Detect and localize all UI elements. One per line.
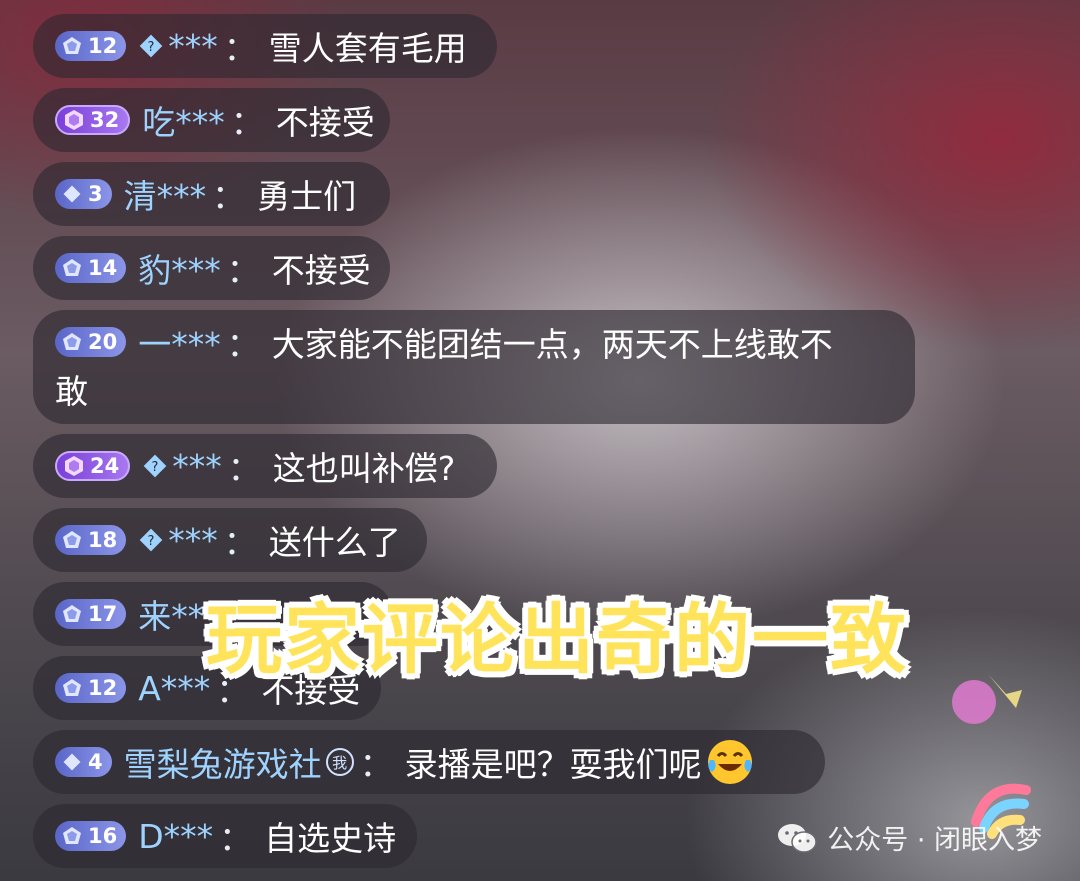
comment-text: 录播是吧？耍我们呢 xyxy=(404,745,702,784)
separator: ： xyxy=(227,449,261,488)
watermark: 公众号 · 闭眼入梦 xyxy=(777,818,1042,857)
gem-icon xyxy=(65,456,83,476)
username[interactable]: 一*** xyxy=(138,318,221,366)
comment-text-continued: 敢 xyxy=(55,372,88,411)
floating-heart-icon xyxy=(952,674,1022,724)
level-number: 24 xyxy=(90,454,120,478)
separator: ： xyxy=(223,523,257,562)
question-diamond-icon: ? xyxy=(139,528,163,552)
username[interactable]: 清*** xyxy=(124,170,207,218)
me-tag: 我 xyxy=(325,748,354,776)
level-number: 3 xyxy=(88,182,103,206)
comment-row: 3 清*** ： 勇士们 xyxy=(33,162,390,226)
comment-text: 勇士们 xyxy=(257,177,357,216)
comment-row: 12 ? *** ： 雪人套有毛用 xyxy=(33,14,497,78)
comment-text: 雪人套有毛用 xyxy=(268,29,467,68)
username[interactable]: 豹*** xyxy=(138,244,221,292)
level-badge: 12 xyxy=(55,673,127,703)
level-number: 14 xyxy=(88,256,118,280)
level-number: 4 xyxy=(88,750,103,774)
gem-icon xyxy=(63,333,81,350)
gem-icon xyxy=(63,753,81,771)
level-number: 17 xyxy=(88,602,118,626)
comment-row: 16 D*** ： 自选史诗 xyxy=(33,804,417,868)
level-badge: 24 xyxy=(55,451,131,481)
username[interactable]: A*** xyxy=(138,669,210,708)
separator: ： xyxy=(226,251,260,290)
level-badge: 12 xyxy=(55,31,127,61)
gem-icon xyxy=(63,37,81,54)
watermark-text: 公众号 · 闭眼入梦 xyxy=(827,825,1042,856)
gem-icon xyxy=(63,185,81,203)
comment-line: 20 一*** ： 大家能不能团结一点，两天不上线敢不 xyxy=(55,320,887,364)
question-diamond-icon: ? xyxy=(143,454,167,478)
svg-text:?: ? xyxy=(148,40,155,55)
comment-text: 这也叫补偿? xyxy=(272,449,456,488)
comment-text: 送什么了 xyxy=(268,523,401,562)
username[interactable]: *** xyxy=(172,447,222,486)
question-diamond-icon: ? xyxy=(139,34,163,58)
comment-row: 20 一*** ： 大家能不能团结一点，两天不上线敢不 敢 xyxy=(33,310,915,424)
username[interactable]: *** xyxy=(168,27,218,66)
comment-row: 32 吃*** ： 不接受 xyxy=(33,88,390,152)
level-badge: 4 xyxy=(55,747,112,777)
level-badge: 16 xyxy=(55,821,127,851)
separator: ： xyxy=(212,177,246,216)
comment-row: 24 ? *** ： 这也叫补偿? xyxy=(33,434,497,498)
level-badge: 14 xyxy=(55,253,127,283)
comment-text: 大家能不能团结一点，两天不上线敢不 xyxy=(271,325,833,364)
gem-icon xyxy=(63,679,81,696)
comment-text: 不接受 xyxy=(271,251,371,290)
level-badge: 17 xyxy=(55,599,127,629)
svg-text:?: ? xyxy=(148,534,155,549)
separator: ： xyxy=(230,103,264,142)
level-number: 32 xyxy=(90,108,120,132)
gem-icon xyxy=(63,605,81,622)
laughing-crying-emoji-icon xyxy=(707,740,752,784)
comment-row: 18 ? *** ： 送什么了 xyxy=(33,508,427,572)
comment-row: 4 雪梨兔游戏社 我 ： 录播是吧？耍我们呢 xyxy=(33,730,825,794)
username[interactable]: D*** xyxy=(138,817,213,856)
level-badge: 32 xyxy=(55,105,131,135)
gem-icon xyxy=(63,531,81,548)
gem-icon xyxy=(63,827,81,844)
separator: ： xyxy=(219,819,253,858)
username[interactable]: 吃*** xyxy=(142,96,225,144)
gem-icon xyxy=(65,110,83,130)
separator: ： xyxy=(226,325,260,364)
wechat-icon xyxy=(778,823,817,853)
comment-line: 敢 xyxy=(55,364,887,414)
overlay-caption: 玩家评论出奇的一致 xyxy=(206,595,908,684)
level-number: 12 xyxy=(88,34,118,58)
separator: ： xyxy=(223,29,257,68)
svg-text:?: ? xyxy=(152,460,159,475)
username[interactable]: 来** xyxy=(138,590,204,638)
level-number: 20 xyxy=(88,330,118,354)
level-badge: 20 xyxy=(55,327,127,357)
level-badge: 18 xyxy=(55,525,127,555)
gem-icon xyxy=(63,259,81,276)
level-number: 12 xyxy=(88,676,118,700)
comment-text: 自选史诗 xyxy=(264,819,397,858)
comment-text: 不接受 xyxy=(275,103,375,142)
level-number: 16 xyxy=(88,824,118,848)
level-number: 18 xyxy=(88,528,118,552)
username[interactable]: 雪梨兔游戏社 xyxy=(124,738,322,786)
username[interactable]: *** xyxy=(168,521,218,560)
comment-row: 14 豹*** ： 不接受 xyxy=(33,236,390,300)
separator: ： xyxy=(359,745,393,784)
level-badge: 3 xyxy=(55,179,112,209)
